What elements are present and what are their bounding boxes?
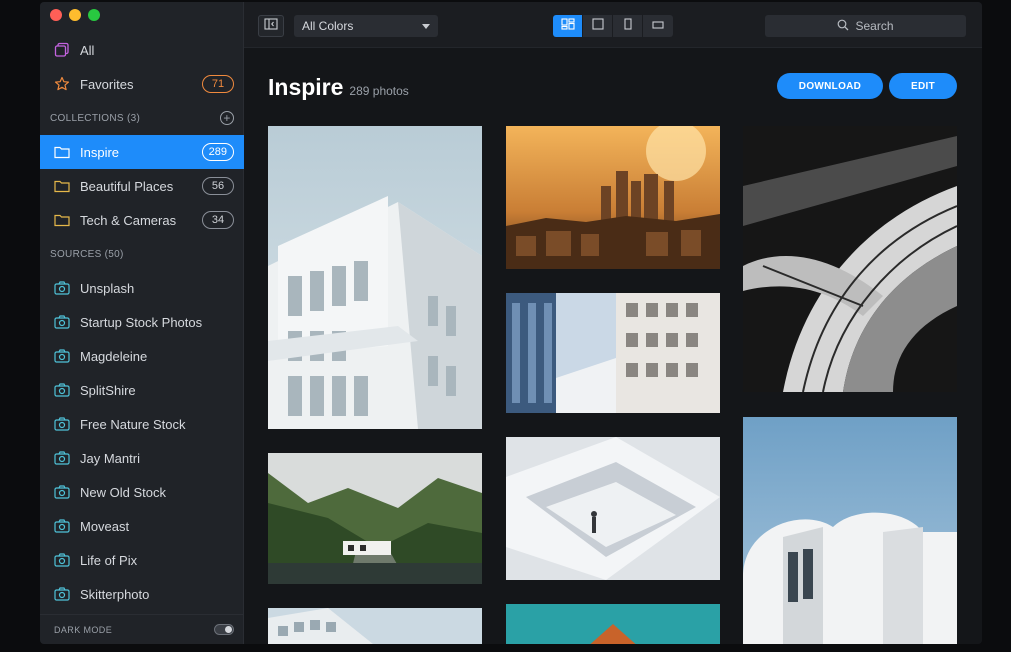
collections-header: COLLECTIONS (3) + [40,101,244,135]
camera-icon [53,585,71,603]
photo-abstract-architecture[interactable] [743,126,957,392]
camera-icon [53,551,71,569]
photo-glass-towers[interactable] [506,293,720,413]
sidebar-item-jay-mantri[interactable]: Jay Mantri [40,441,244,475]
dark-mode-row: DARK MODE [40,614,244,644]
camera-icon [53,347,71,365]
sidebar-item-moveast[interactable]: Moveast [40,509,244,543]
sidebar-item-label: Moveast [80,518,130,534]
collection-count-badge: 56 [202,177,234,195]
sidebar-item-label: Jay Mantri [80,450,140,466]
sidebar-item-label: Favorites [80,76,134,92]
dark-mode-label: DARK MODE [54,624,113,635]
sidebar-item-unsplash[interactable]: Unsplash [40,271,244,305]
sidebar-item-label: Magdeleine [80,348,148,364]
camera-icon [53,279,71,297]
masonry-grid-icon [560,17,575,35]
view-mode-switcher [553,15,673,37]
photo-building-corner[interactable] [268,608,482,644]
camera-icon [53,313,71,331]
photo-teal-roof[interactable] [506,604,720,644]
zoom-window-button[interactable] [88,9,100,21]
toggle-sidebar-button[interactable] [258,15,284,37]
sidebar-item-label: Inspire [80,144,120,160]
camera-icon [53,449,71,467]
photo-count: 289 photos [349,84,409,98]
sidebar-item-tech-cameras[interactable]: Tech & Cameras 34 [40,203,244,237]
main-content: Inspire 289 photos DOWNLOAD EDIT [244,48,982,644]
sidebar-item-label: Unsplash [80,280,135,296]
sidebar-item-label: Tech & Cameras [80,212,177,228]
sidebar-item-label: Skitterphoto [80,586,150,602]
collection-count-badge: 34 [202,211,234,229]
photo-sunset-city[interactable] [506,126,720,269]
star-icon [53,75,71,93]
photo-green-valley[interactable] [268,453,482,584]
sources-list: Unsplash Startup Stock Photos Magdeleine Sp… [40,271,244,611]
landscape-view-button[interactable] [643,15,673,37]
app-window: All Favorites 71 COLLECTIONS (3) + Inspi… [40,2,982,644]
folder-icon [53,143,71,161]
sidebar: All Favorites 71 COLLECTIONS (3) + Inspi… [40,2,244,644]
sidebar-item-startup-stock-photos[interactable]: Startup Stock Photos [40,305,244,339]
close-window-button[interactable] [50,9,62,21]
window-controls [50,9,100,21]
camera-icon [53,483,71,501]
sidebar-toggle-icon [264,17,278,35]
minimize-window-button[interactable] [69,9,81,21]
portrait-view-button[interactable] [613,15,643,37]
sidebar-item-magdeleine[interactable]: Magdeleine [40,339,244,373]
color-filter-select[interactable]: All Colors [294,15,438,37]
chevron-down-icon [422,23,430,29]
square-icon [591,17,604,35]
photo-curved-facade[interactable] [743,417,957,644]
collection-count-badge: 289 [201,143,234,161]
sidebar-item-label: Life of Pix [80,552,138,568]
toolbar: All Colors Search [244,2,982,48]
edit-button[interactable]: EDIT [889,73,957,99]
sidebar-item-free-nature-stock[interactable]: Free Nature Stock [40,407,244,441]
sidebar-item-beautiful-places[interactable]: Beautiful Places 56 [40,169,244,203]
sidebar-item-label: Startup Stock Photos [80,314,203,330]
sidebar-item-label: Beautiful Places [80,178,174,194]
sidebar-item-skitterphoto[interactable]: Skitterphoto [40,577,244,611]
collection-heading: Inspire 289 photos [268,74,409,101]
sidebar-item-label: Free Nature Stock [80,416,186,432]
sidebar-item-label: New Old Stock [80,484,166,500]
camera-icon [53,381,71,399]
sidebar-item-label: SplitShire [80,382,136,398]
sidebar-item-new-old-stock[interactable]: New Old Stock [40,475,244,509]
sidebar-item-label: All [80,42,95,58]
add-collection-icon[interactable]: + [220,111,234,125]
download-button[interactable]: DOWNLOAD [777,73,883,99]
photo-white-stairwell[interactable] [506,437,720,580]
camera-icon [53,415,71,433]
sidebar-item-inspire[interactable]: Inspire 289 [40,135,244,169]
search-placeholder: Search [855,19,894,33]
camera-icon [53,517,71,535]
folder-icon [53,177,71,195]
favorites-count-badge: 71 [202,75,234,93]
sources-header: SOURCES (50) [50,248,124,260]
all-icon [53,41,71,59]
portrait-icon [623,17,633,35]
landscape-icon [652,17,664,35]
sidebar-nav: All Favorites 71 COLLECTIONS (3) + Inspi… [40,33,244,611]
search-icon [837,19,849,34]
sidebar-item-life-of-pix[interactable]: Life of Pix [40,543,244,577]
masonry-view-button[interactable] [553,15,583,37]
dark-mode-toggle[interactable] [214,624,234,635]
folder-icon [53,211,71,229]
photo-white-building[interactable] [268,126,482,429]
search-input[interactable]: Search [765,15,966,37]
square-view-button[interactable] [583,15,613,37]
sidebar-item-favorites[interactable]: Favorites 71 [40,67,244,101]
sidebar-item-splitshire[interactable]: SplitShire [40,373,244,407]
page-title: Inspire [268,74,344,100]
sidebar-item-all[interactable]: All [40,33,244,67]
